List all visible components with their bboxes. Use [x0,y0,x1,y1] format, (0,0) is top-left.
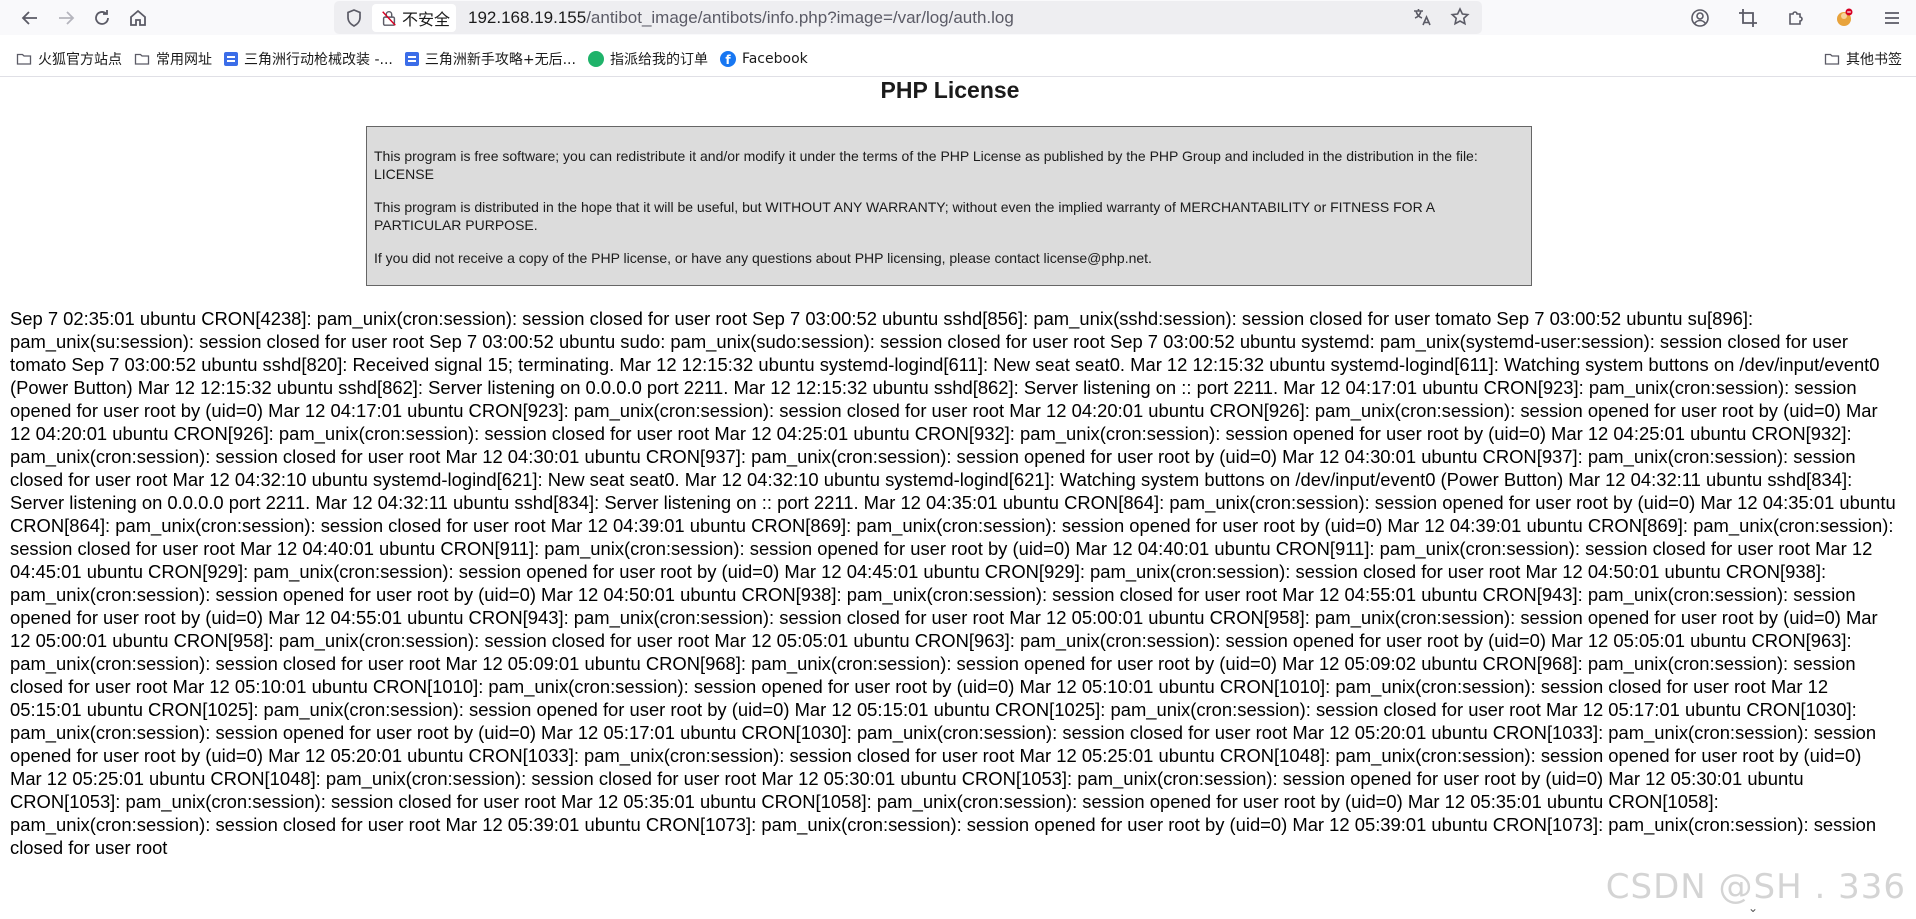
bookmark-label: 三角洲新手攻略+无后... [424,52,576,68]
bookmark-delta-guide[interactable]: 三角洲新手攻略+无后... [399,45,582,73]
account-icon [1691,8,1709,27]
insecure-lock-icon [382,10,396,26]
bookmark-label: 其他书签 [1846,52,1902,68]
license-paragraph: If you did not receive a copy of the PHP… [374,250,1152,266]
screenshot-button[interactable] [1724,0,1772,35]
bookmark-folder-firefox[interactable]: 火狐官方站点 [10,45,128,73]
page-content: PHP License This program is free softwar… [0,77,1916,919]
doc-icon [404,52,419,66]
account-button[interactable] [1676,0,1724,35]
chevron-down-icon: ⌄ [1748,901,1759,915]
bookmark-label: 指派给我的订单 [609,52,708,68]
license-paragraph: This program is distributed in the hope … [374,199,1435,233]
page-title: PHP License [880,77,1020,103]
folder-icon [16,53,32,65]
doc-icon [224,52,238,66]
extension-avatar-button[interactable] [1820,0,1868,35]
bookmark-folder-common[interactable]: 常用网址 [128,45,218,73]
bookmarks-bar: 火狐官方站点 常用网址 三角洲行动枪械改装 -... 三角洲新手攻略+无后...… [0,44,1916,74]
bookmark-orders[interactable]: 指派给我的订单 [582,45,714,73]
browser-toolbar: 不安全 192.168.19.155/antibot_image/antibot… [0,0,1916,35]
auth-log-output: Sep 7 02:35:01 ubuntu CRON[4238]: pam_un… [10,308,1896,858]
bookmark-facebook[interactable]: f Facebook [714,45,814,73]
url-text[interactable]: 192.168.19.155/antibot_image/antibots/in… [468,8,1014,28]
home-icon [130,9,146,26]
home-button[interactable] [120,2,156,34]
forward-button[interactable] [48,2,84,34]
bookmark-label: 火狐官方站点 [38,52,122,68]
extensions-button[interactable] [1772,0,1820,35]
bookmark-label: 常用网址 [156,52,212,68]
folder-icon [134,53,150,65]
bookmark-folder-other[interactable]: 其他书签 [1818,45,1908,73]
tracking-protection-button[interactable] [338,8,370,28]
folder-icon [1824,53,1840,65]
arrow-right-icon [59,10,75,25]
hamburger-menu-icon [1885,11,1899,24]
site-info-button[interactable]: 不安全 [372,3,457,32]
puzzle-icon [1789,10,1803,25]
license-box: This program is free software; you can r… [366,126,1532,286]
security-label: 不安全 [402,9,451,29]
bookmark-label: Facebook [741,51,808,67]
bookmark-delta-weapons[interactable]: 三角洲行动枪械改装 -... [218,45,399,73]
translate-icon[interactable] [1412,7,1432,27]
green-dot-icon [587,51,604,67]
license-paragraph: This program is free software; you can r… [374,148,1478,182]
crop-icon [1739,8,1757,27]
reload-icon [95,9,109,25]
arrow-left-icon [21,10,37,25]
address-bar[interactable]: 不安全 192.168.19.155/antibot_image/antibot… [334,1,1482,34]
extension-avatar-icon [1837,8,1853,26]
bookmark-star-icon[interactable] [1450,7,1470,27]
url-path: /antibot_image/antibots/info.php?image=/… [586,7,1014,27]
reload-button[interactable] [84,2,120,34]
menu-button[interactable] [1868,0,1916,35]
back-button[interactable] [12,2,48,34]
bookmark-label: 三角洲行动枪械改装 -... [244,52,393,68]
shield-icon [347,8,361,27]
url-host: 192.168.19.155 [468,7,587,27]
facebook-icon: f [719,51,736,67]
